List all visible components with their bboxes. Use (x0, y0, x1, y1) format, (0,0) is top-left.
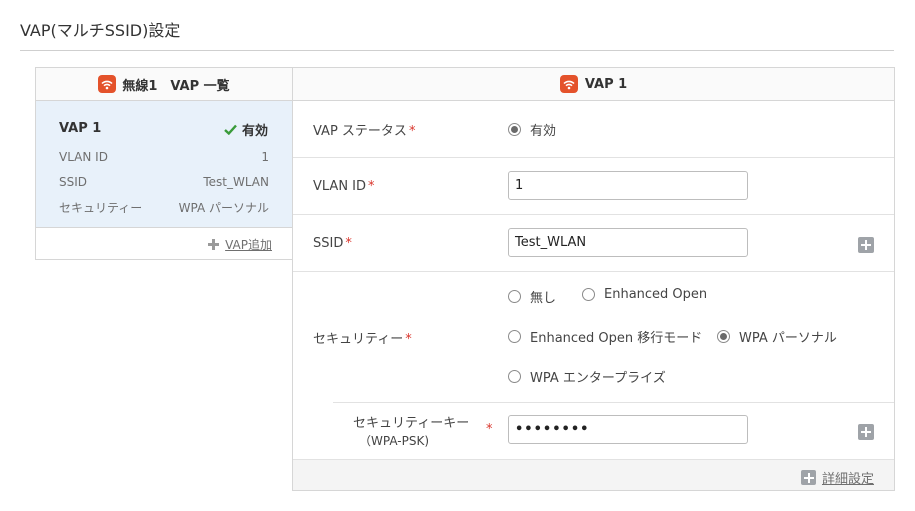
vap-status: 有効 (224, 120, 268, 139)
vap-info-value: Test_WLAN (203, 175, 269, 189)
add-vap-button[interactable]: VAP追加 (208, 236, 272, 253)
security-row: セキュリティー * 無し Enhanced Open Enhanced Open … (293, 272, 894, 403)
vap-status-label: 有効 (241, 124, 268, 139)
radio-button (582, 288, 595, 301)
vap-settings-title: VAP 1 (584, 76, 628, 92)
radio-label: 有効 (530, 124, 557, 139)
page-title: VAP(マルチSSID)設定 (20, 21, 181, 40)
required-mark: * (368, 179, 375, 194)
vap-status-row: VAP ステータス * 有効 (293, 101, 894, 158)
required-mark: * (405, 332, 412, 347)
security-key-row: セキュリティーキー （WPA-PSK) * •••••••• (293, 403, 894, 459)
security-label: セキュリティー * (313, 332, 412, 347)
vap-list-header: 無線1 VAP 一覧 (36, 68, 292, 101)
ssid-input[interactable]: Test_WLAN (508, 228, 748, 257)
add-vap-label: VAP追加 (225, 238, 272, 252)
vap-settings-header: VAP 1 (293, 68, 894, 101)
radio-label: Enhanced Open 移行モード (530, 331, 703, 346)
plus-icon (208, 239, 220, 250)
ssid-row: SSID * Test_WLAN (293, 215, 894, 272)
advanced-settings-button[interactable]: 詳細設定 (800, 468, 874, 487)
security-enhanced-open-transition-radio[interactable]: Enhanced Open 移行モード (508, 327, 702, 346)
vap-info-row: SSID Test_WLAN (59, 175, 269, 189)
wifi-icon (559, 75, 578, 93)
radio-label: WPA パーソナル (739, 331, 837, 346)
required-mark: * (345, 236, 352, 251)
vap-settings-panel: VAP 1 VAP ステータス * 有効 VLAN ID * 1 SSID * Tes… (292, 67, 895, 491)
check-icon (224, 124, 237, 135)
radio-button (508, 370, 521, 383)
vap-info-value: 1 (261, 150, 269, 164)
radio-button (717, 330, 730, 343)
vap-info-label: セキュリティー (59, 201, 143, 215)
required-mark: * (486, 422, 493, 437)
radio-label: Enhanced Open (604, 287, 708, 302)
plus-box-icon (800, 470, 816, 485)
wifi-icon (98, 75, 117, 93)
vap-info-value: WPA パーソナル (178, 201, 269, 215)
add-ssid-plus-icon[interactable] (858, 237, 874, 253)
radio-button (508, 123, 521, 136)
vap-info-label: VLAN ID (59, 150, 108, 164)
vap-list-panel: 無線1 VAP 一覧 VAP 1 有効 VLAN ID 1 SSID Test_… (35, 67, 293, 260)
vlan-id-input[interactable]: 1 (508, 171, 748, 200)
vap-status-enabled-radio[interactable]: 有効 (508, 120, 556, 139)
vap-info-label: SSID (59, 175, 88, 189)
radio-label: WPA エンタープライズ (530, 371, 666, 386)
vlan-id-row: VLAN ID * 1 (293, 158, 894, 215)
radio-button (508, 290, 521, 303)
radio-label: 無し (530, 291, 557, 306)
security-wpa-enterprise-radio[interactable]: WPA エンタープライズ (508, 367, 666, 386)
vlan-id-label: VLAN ID * (313, 179, 375, 194)
vap-list-title: 無線1 VAP 一覧 (122, 78, 230, 94)
ssid-label: SSID * (313, 236, 352, 251)
vap-status-label: VAP ステータス * (313, 124, 416, 139)
vap-name: VAP 1 (59, 121, 102, 136)
title-divider (20, 50, 894, 51)
security-key-label: セキュリティーキー (353, 416, 470, 431)
radio-button (508, 330, 521, 343)
advanced-settings-label: 詳細設定 (821, 472, 874, 487)
security-key-sublabel: （WPA-PSK) (359, 434, 430, 448)
security-wpa-personal-radio[interactable]: WPA パーソナル (717, 327, 837, 346)
security-enhanced-open-radio[interactable]: Enhanced Open (582, 287, 707, 302)
vap-info-row: セキュリティー WPA パーソナル (59, 199, 269, 216)
vap-list-item[interactable]: VAP 1 有効 VLAN ID 1 SSID Test_WLAN セキュリティ… (36, 101, 292, 228)
security-none-radio[interactable]: 無し (508, 287, 556, 306)
required-mark: * (408, 124, 416, 139)
add-key-plus-icon[interactable] (858, 424, 874, 440)
security-key-input[interactable]: •••••••• (508, 415, 748, 444)
vap-info-row: VLAN ID 1 (59, 150, 269, 164)
